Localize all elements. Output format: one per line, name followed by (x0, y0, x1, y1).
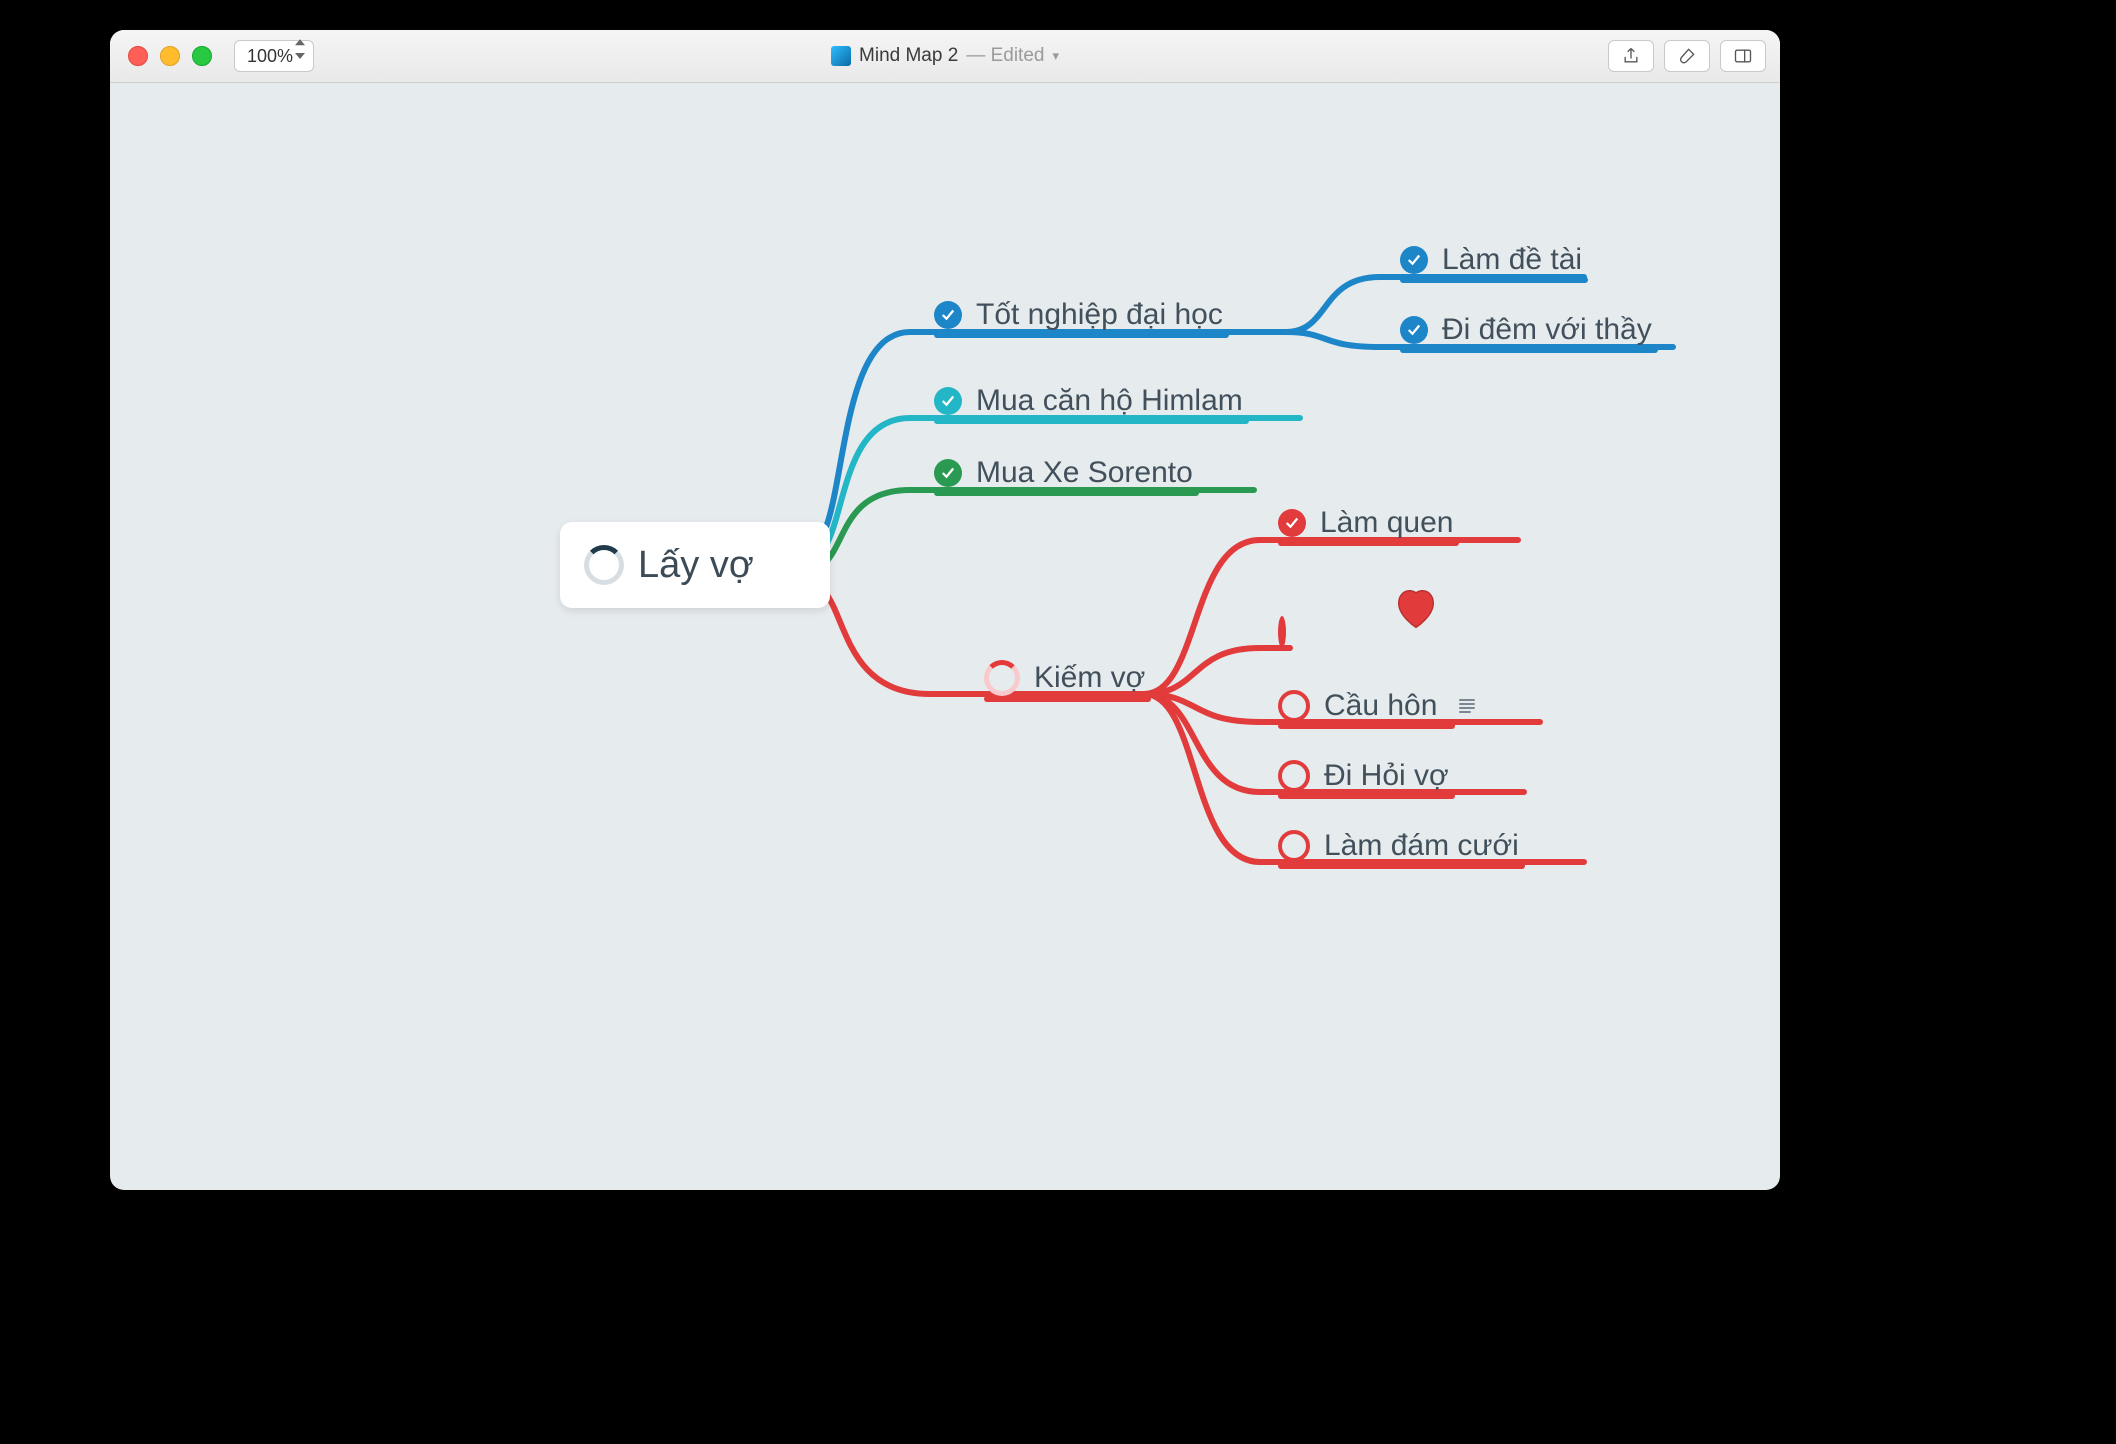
branch-underline (1400, 277, 1588, 283)
format-brush-button[interactable] (1664, 40, 1710, 72)
branch-label: Kiếm vợ (1034, 661, 1145, 695)
todo-circle-icon (1278, 616, 1286, 648)
branch-label: Mua Xe Sorento (976, 456, 1193, 490)
branch-blue[interactable]: Tốt nghiệp đại học (934, 298, 1223, 332)
app-icon (831, 46, 851, 66)
branch-label: Tốt nghiệp đại học (976, 298, 1223, 332)
toggle-sidebar-button[interactable] (1720, 40, 1766, 72)
branch-underline (984, 696, 1151, 702)
close-window-button[interactable] (128, 46, 148, 66)
todo-circle-icon (1278, 830, 1310, 862)
document-edited-label: — Edited (966, 45, 1044, 67)
document-title: Mind Map 2 (859, 45, 958, 67)
leaf-label: Cầu hôn (1324, 689, 1437, 723)
zoom-level-select[interactable]: 100% (234, 40, 314, 72)
root-label: Lấy vợ (638, 544, 754, 587)
branch-underline (934, 490, 1199, 496)
mindmap-canvas[interactable]: Lấy vợ Tốt nghiệp đại học Làm đề tài Đi … (110, 82, 1780, 1190)
checkmark-icon (934, 387, 962, 415)
leaf-red-3[interactable]: Đi Hỏi vợ (1278, 759, 1449, 793)
heart-icon (1390, 582, 1442, 634)
leaf-blue-1[interactable]: Đi đêm với thầy (1400, 313, 1652, 347)
branch-underline (1278, 540, 1459, 546)
window-title[interactable]: Mind Map 2 — Edited ▾ (110, 45, 1780, 67)
progress-spinner-icon (984, 660, 1020, 696)
leaf-red-1[interactable] (1278, 616, 1298, 648)
leaf-label: Làm đám cưới (1324, 829, 1519, 863)
branch-underline (1400, 347, 1658, 353)
zoom-level-value: 100% (247, 46, 293, 67)
sidebar-icon (1733, 46, 1753, 66)
checkmark-icon (1400, 316, 1428, 344)
app-window: 100% Mind Map 2 — Edited ▾ (110, 30, 1780, 1190)
leaf-label: Làm quen (1320, 506, 1453, 540)
brush-icon (1677, 46, 1697, 66)
leaf-red-4[interactable]: Làm đám cưới (1278, 829, 1519, 863)
leaf-blue-0[interactable]: Làm đề tài (1400, 243, 1582, 277)
branch-underline (934, 332, 1229, 338)
leaf-label: Đi Hỏi vợ (1324, 759, 1449, 793)
branch-label: Mua căn hộ Himlam (976, 384, 1243, 418)
note-icon (1459, 699, 1475, 713)
checkmark-icon (934, 301, 962, 329)
titlebar: 100% Mind Map 2 — Edited ▾ (110, 30, 1780, 83)
chevron-down-icon: ▾ (1052, 48, 1059, 64)
share-button[interactable] (1608, 40, 1654, 72)
checkmark-icon (934, 459, 962, 487)
checkmark-icon (1400, 246, 1428, 274)
minimize-window-button[interactable] (160, 46, 180, 66)
branch-underline (1278, 863, 1525, 869)
share-icon (1621, 46, 1641, 66)
leaf-red-2[interactable]: Cầu hôn (1278, 689, 1475, 723)
todo-circle-icon (1278, 690, 1310, 722)
todo-circle-icon (1278, 760, 1310, 792)
branch-cyan[interactable]: Mua căn hộ Himlam (934, 384, 1243, 418)
mindmap-root-node[interactable]: Lấy vợ (560, 522, 830, 608)
checkmark-icon (1278, 509, 1306, 537)
window-controls (110, 46, 212, 66)
zoom-window-button[interactable] (192, 46, 212, 66)
branch-red[interactable]: Kiếm vợ (984, 660, 1145, 696)
leaf-red-0[interactable]: Làm quen (1278, 506, 1453, 540)
branch-green[interactable]: Mua Xe Sorento (934, 456, 1193, 490)
leaf-label: Làm đề tài (1442, 243, 1582, 277)
leaf-label: Đi đêm với thầy (1442, 313, 1652, 347)
progress-spinner-icon (584, 545, 624, 585)
branch-underline (1278, 723, 1455, 729)
branch-underline (934, 418, 1249, 424)
branch-underline (1278, 793, 1455, 799)
